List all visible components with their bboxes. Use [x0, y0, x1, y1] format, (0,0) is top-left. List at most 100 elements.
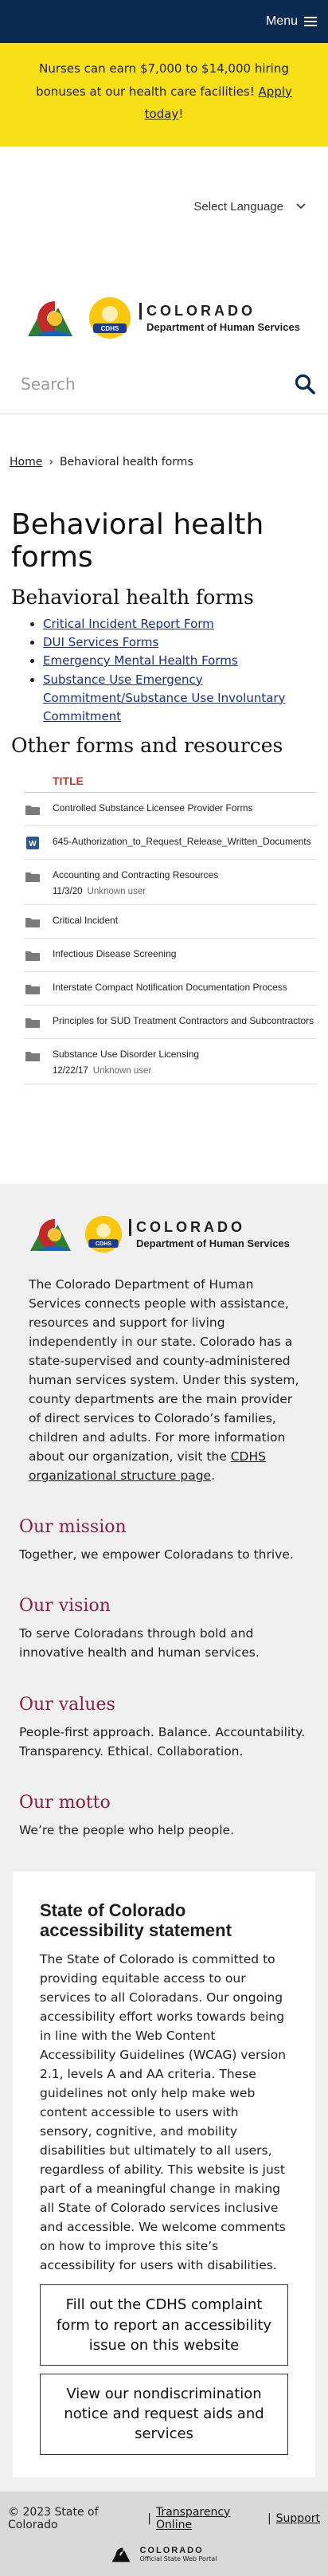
svg-text:CDHS: CDHS [101, 325, 119, 332]
site-header: Menu [0, 0, 328, 43]
accessibility-text: The State of Colorado is committed to pr… [40, 1952, 287, 2273]
document-meta: 12/22/17 Unknown user [53, 1066, 199, 1076]
table-row[interactable]: Interstate Compact Notification Document… [24, 972, 317, 1006]
table-row[interactable]: Substance Use Disorder Licensing 12/22/1… [24, 1039, 317, 1085]
substance-use-commitment-link[interactable]: Substance Use Emergency Commitment/Subst… [43, 672, 285, 724]
section-heading-other-resources: Other forms and resources [11, 734, 283, 758]
footer-bottom-bar: © 2023 State of Colorado | Transparency … [0, 2491, 328, 2576]
document-author: Unknown user [87, 887, 146, 897]
folder-icon [24, 1049, 41, 1063]
breadcrumb-current: Behavioral health forms [59, 456, 193, 469]
document-title[interactable]: Substance Use Disorder Licensing [53, 1049, 199, 1060]
footer-logo-text: COLORADO Department of Human Services [129, 1219, 290, 1249]
page-title: Behavioral health forms [11, 508, 264, 574]
colorado-c-logo-icon [30, 1219, 71, 1252]
documents-table: TITLE Controlled Substance Licensee Prov… [24, 767, 317, 1085]
folder-icon [24, 1015, 41, 1029]
dui-services-forms-link[interactable]: DUI Services Forms [43, 635, 158, 649]
accessibility-statement-card: State of Colorado accessibility statemen… [13, 1871, 315, 2477]
documents-column-title[interactable]: TITLE [24, 767, 317, 794]
document-title[interactable]: 645-Authorization_to_Request_Release_Wri… [53, 836, 311, 847]
word-doc-icon: W [24, 836, 41, 850]
support-link[interactable]: Support [276, 2512, 320, 2525]
document-author: Unknown user [92, 1066, 152, 1076]
document-date: 11/3/20 [53, 887, 83, 897]
document-title[interactable]: Controlled Substance Licensee Provider F… [53, 802, 252, 814]
mission-heading: Our mission [19, 1517, 127, 1538]
document-title[interactable]: Principles for SUD Treatment Contractors… [53, 1015, 314, 1026]
values-text: People-first approach. Balance. Accounta… [19, 1724, 306, 1759]
link-divider: | [147, 2511, 151, 2525]
portal-subtitle: Official State Web Portal [139, 2555, 217, 2563]
nondiscrimination-notice-button[interactable]: View our nondiscrimination notice and re… [40, 2373, 288, 2455]
critical-incident-report-form-link[interactable]: Critical Incident Report Form [43, 617, 214, 631]
footer-about: The Colorado Department of Human Service… [0, 1275, 328, 1485]
document-title[interactable]: Critical Incident [53, 915, 118, 926]
breadcrumb: Home › Behavioral health forms [0, 432, 328, 492]
footer-about-text: The Colorado Department of Human Service… [29, 1277, 299, 1464]
state-portal-logo[interactable]: COLORADO Official State Web Portal [8, 2546, 320, 2563]
footer-logo-department-name: Department of Human Services [136, 1237, 290, 1250]
motto-heading: Our motto [19, 1792, 111, 1813]
breadcrumb-home-link[interactable]: Home [10, 456, 42, 469]
language-select[interactable]: Select Language [193, 200, 306, 214]
site-footer: CDHS COLORADO Department of Human Servic… [0, 1184, 328, 2576]
emergency-mental-health-forms-link[interactable]: Emergency Mental Health Forms [43, 653, 238, 668]
logo-state-name: COLORADO [139, 303, 300, 320]
folder-icon [24, 948, 41, 963]
folder-icon [24, 915, 41, 929]
mission-text: Together, we empower Coloradans to thriv… [19, 1547, 294, 1562]
table-row[interactable]: Critical Incident [24, 905, 317, 939]
logo-text: COLORADO Department of Human Services [139, 303, 300, 333]
footer-logo[interactable]: CDHS COLORADO Department of Human Servic… [0, 1214, 328, 1254]
table-row[interactable]: W 645-Authorization_to_Request_Release_W… [24, 826, 317, 861]
banner-text-end: ! [178, 107, 184, 121]
table-row[interactable]: Principles for SUD Treatment Contractors… [24, 1006, 317, 1040]
document-meta: 11/3/20 Unknown user [53, 887, 218, 896]
document-title[interactable]: Infectious Disease Screening [53, 948, 176, 959]
search-input[interactable] [19, 373, 258, 394]
menu-button[interactable]: Menu [266, 14, 317, 29]
colorado-c-logo-icon [112, 2547, 131, 2562]
banner-text: Nurses can earn $7,000 to $14,000 hiring… [36, 61, 289, 99]
cdhs-badge-icon: CDHS [89, 297, 131, 339]
breadcrumb-separator: › [49, 456, 53, 469]
accessibility-heading: State of Colorado accessibility statemen… [40, 1900, 232, 1940]
section-heading-forms: Behavioral health forms [11, 585, 254, 609]
document-title[interactable]: Interstate Compact Notification Document… [53, 982, 287, 993]
footer-bottom-links: © 2023 State of Colorado | Transparency … [8, 2506, 320, 2531]
motto-text: We’re the people who help people. [19, 1822, 235, 1837]
transparency-online-link[interactable]: Transparency Online [156, 2506, 263, 2531]
list-item: Critical Incident Report Form [43, 615, 328, 633]
table-row[interactable]: Controlled Substance Licensee Provider F… [24, 793, 317, 827]
forms-link-list: Critical Incident Report Form DUI Servic… [27, 615, 328, 727]
hamburger-icon [304, 17, 317, 26]
colorado-c-logo-icon [28, 301, 73, 336]
footer-about-end: . [211, 1468, 216, 1484]
document-title[interactable]: Accounting and Contracting Resources [53, 869, 218, 880]
language-select-label: Select Language [193, 199, 283, 214]
announcement-banner: Nurses can earn $7,000 to $14,000 hiring… [0, 43, 328, 147]
folder-icon [24, 869, 41, 884]
logo-department-name: Department of Human Services [146, 321, 300, 333]
list-item: Substance Use Emergency Commitment/Subst… [43, 671, 328, 727]
list-item: DUI Services Forms [43, 633, 328, 652]
document-date: 12/22/17 [53, 1066, 88, 1076]
folder-icon [24, 802, 41, 817]
complaint-form-button[interactable]: Fill out the CDHS complaint form to repo… [40, 2284, 288, 2366]
search-bar [0, 354, 328, 414]
portal-name: COLORADO [139, 2546, 204, 2556]
link-divider: | [267, 2511, 271, 2525]
search-icon[interactable] [295, 374, 315, 394]
cdhs-logo[interactable]: CDHS COLORADO Department of Human Servic… [0, 266, 328, 354]
vision-heading: Our vision [19, 1596, 111, 1617]
chevron-down-icon [296, 203, 306, 210]
footer-logo-state-name: COLORADO [129, 1219, 290, 1237]
table-row[interactable]: Accounting and Contracting Resources 11/… [24, 860, 317, 906]
folder-icon [24, 982, 41, 996]
copyright-text: © 2023 State of Colorado [8, 2505, 99, 2531]
table-row[interactable]: Infectious Disease Screening [24, 939, 317, 973]
language-selector-area: Select Language [0, 147, 328, 266]
vision-text: To serve Coloradans through bold and inn… [19, 1626, 260, 1660]
cdhs-badge-icon: CDHS [84, 1216, 123, 1253]
